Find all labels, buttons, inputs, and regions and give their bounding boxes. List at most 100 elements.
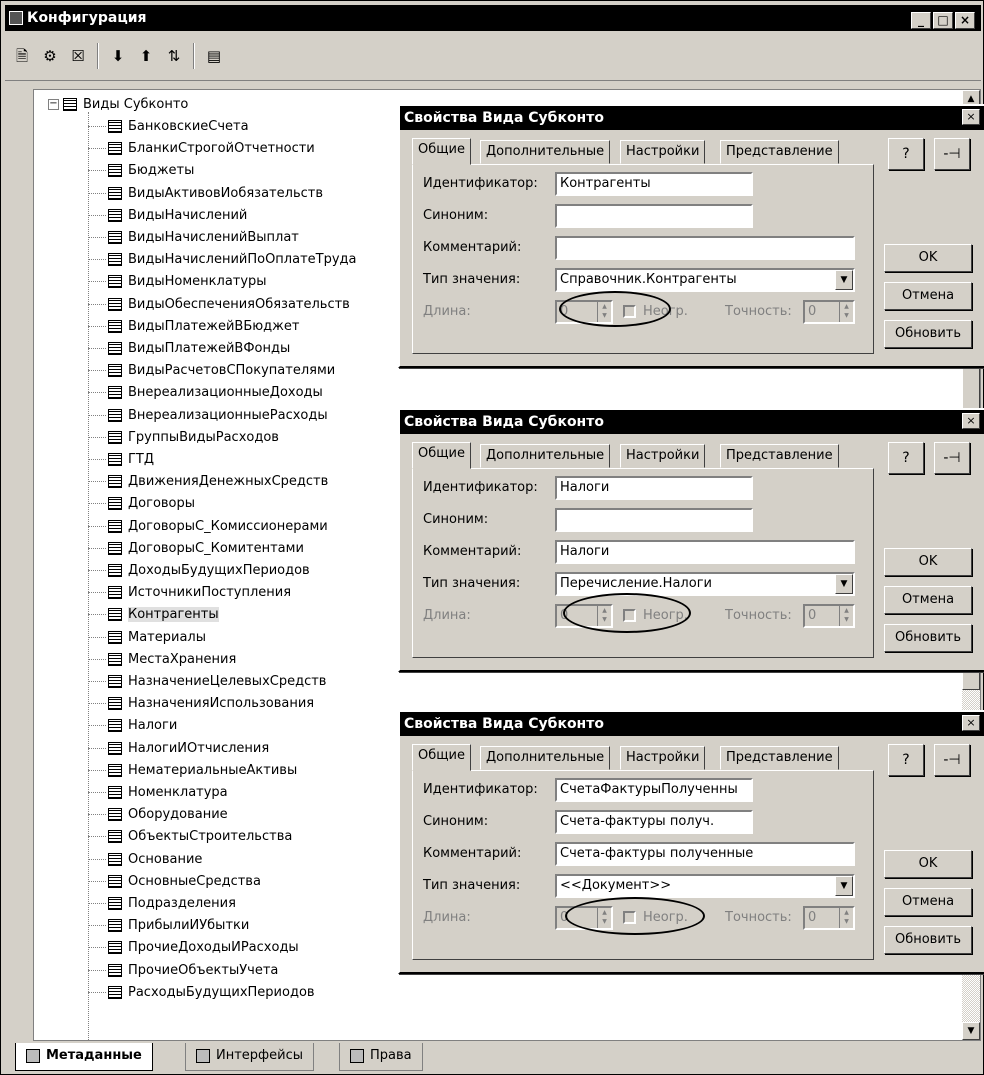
tree-item[interactable]: Подразделения [88, 893, 236, 915]
ok-button[interactable]: OK [884, 548, 972, 576]
tab-metadata[interactable]: Метаданные [15, 1043, 153, 1071]
comment-field[interactable] [555, 236, 855, 260]
identifier-field[interactable]: Контрагенты [555, 172, 753, 196]
tree-item[interactable]: ВнереализационныеРасходы [88, 405, 328, 427]
tree-item[interactable]: ДвиженияДенежныхСредств [88, 471, 328, 493]
tab-presentation[interactable]: Представление [720, 444, 839, 468]
tree-item[interactable]: Контрагенты [88, 604, 219, 626]
identifier-field[interactable]: Налоги [555, 476, 753, 500]
tree-item[interactable]: ПрибылиИУбытки [88, 915, 249, 937]
properties-icon[interactable]: ⚙ [39, 45, 61, 67]
comment-field[interactable]: Счета-фактуры полученные [555, 842, 855, 866]
help-button[interactable]: ? [888, 744, 924, 776]
tab-general[interactable]: Общие [412, 442, 471, 469]
tree-item[interactable]: ГруппыВидыРасходов [88, 427, 279, 449]
collapse-icon[interactable]: − [48, 99, 59, 110]
tree-item[interactable]: НазначениеЦелевыхСредств [88, 671, 326, 693]
synonym-field[interactable] [555, 508, 753, 532]
tree-item[interactable]: ВидыРасчетовСПокупателями [88, 360, 335, 382]
value-type-select[interactable]: <<Документ>> ▼ [555, 874, 855, 898]
tab-additional[interactable]: Дополнительные [480, 140, 611, 164]
tab-interfaces[interactable]: Интерфейсы [185, 1043, 315, 1071]
maximize-button[interactable]: □ [933, 12, 953, 29]
tree-item[interactable]: ВидыНачислений [88, 205, 247, 227]
tree-item[interactable]: ГТД [88, 449, 154, 471]
tree-item[interactable]: ВидыНачисленийПоОплатеТруда [88, 249, 357, 271]
new-icon[interactable]: 🗎 [11, 45, 33, 67]
tree-item[interactable]: НазначенияИспользования [88, 693, 314, 715]
cancel-button[interactable]: Отмена [884, 888, 972, 916]
tree-item[interactable]: ОсновныеСредства [88, 871, 261, 893]
tab-general[interactable]: Общие [412, 138, 471, 165]
tree-item[interactable]: ВидыОбеспеченияОбязательств [88, 294, 350, 316]
comment-field[interactable]: Налоги [555, 540, 855, 564]
tree-item[interactable]: ИсточникиПоступления [88, 582, 291, 604]
dialog-close-button[interactable]: × [962, 413, 980, 429]
scroll-down-arrow[interactable]: ▼ [962, 1022, 980, 1040]
chevron-down-icon[interactable]: ▼ [835, 270, 853, 290]
cancel-button[interactable]: Отмена [884, 282, 972, 310]
dialog-title[interactable]: Свойства Вида Субконто [400, 712, 984, 736]
tree-item[interactable]: НематериальныеАктивы [88, 760, 297, 782]
tree-item[interactable]: ВнереализационныеДоходы [88, 382, 323, 404]
minimize-button[interactable]: _ [911, 12, 931, 29]
tree-item[interactable]: Договоры [88, 493, 195, 515]
tree-item[interactable]: ОбъектыСтроительства [88, 826, 292, 848]
dialog-title[interactable]: Свойства Вида Субконто [400, 410, 984, 434]
tab-general[interactable]: Общие [412, 744, 471, 771]
tree-item[interactable]: Основание [88, 849, 202, 871]
chevron-down-icon[interactable]: ▼ [835, 876, 853, 896]
tree-item[interactable]: Бюджеты [88, 160, 194, 182]
pin-button[interactable]: -⊣ [934, 442, 970, 474]
tree-item[interactable]: ДоходыБудущихПериодов [88, 560, 310, 582]
tree-item[interactable]: ВидыНоменклатуры [88, 271, 267, 293]
tree-item[interactable]: МестаХранения [88, 649, 236, 671]
tab-rights[interactable]: Права [339, 1043, 423, 1071]
document-icon[interactable]: ▤ [203, 45, 225, 67]
tree-item[interactable]: Оборудование [88, 804, 228, 826]
dialog-close-button[interactable]: × [962, 109, 980, 125]
tab-additional[interactable]: Дополнительные [480, 746, 611, 770]
window-titlebar[interactable]: Конфигурация _ □ × [5, 5, 981, 31]
close-button[interactable]: × [955, 12, 975, 29]
tree-item[interactable]: ДоговорыС_Комиссионерами [88, 516, 328, 538]
dialog-close-button[interactable]: × [962, 715, 980, 731]
move-down-icon[interactable]: ⬇ [107, 45, 129, 67]
help-button[interactable]: ? [888, 442, 924, 474]
tree-item[interactable]: ПрочиеДоходыИРасходы [88, 937, 299, 959]
value-type-select[interactable]: Перечисление.Налоги ▼ [555, 572, 855, 596]
dialog-title[interactable]: Свойства Вида Субконто [400, 106, 984, 130]
synonym-field[interactable]: Счета-фактуры получ. [555, 810, 753, 834]
identifier-field[interactable]: СчетаФактурыПолученны [555, 778, 753, 802]
tree-item[interactable]: РасходыБудущихПериодов [88, 982, 315, 1004]
pin-button[interactable]: -⊣ [934, 138, 970, 170]
help-button[interactable]: ? [888, 138, 924, 170]
tree-item[interactable]: Налоги [88, 715, 177, 737]
tree-item[interactable]: Номенклатура [88, 782, 228, 804]
value-type-select[interactable]: Справочник.Контрагенты ▼ [555, 268, 855, 292]
delete-icon[interactable]: ☒ [67, 45, 89, 67]
tree-item[interactable]: БланкиСтрогойОтчетности [88, 138, 315, 160]
sort-icon[interactable]: ⇅ [163, 45, 185, 67]
tree-item[interactable]: ДоговорыС_Комитентами [88, 538, 304, 560]
chevron-down-icon[interactable]: ▼ [835, 574, 853, 594]
tree-item[interactable]: ПрочиеОбъектыУчета [88, 960, 278, 982]
tab-presentation[interactable]: Представление [720, 140, 839, 164]
tree-item[interactable]: НалогиИОтчисления [88, 738, 269, 760]
tree-item[interactable]: Материалы [88, 627, 206, 649]
tree-root-subkonto[interactable]: − Виды Субконто [48, 95, 188, 115]
tab-settings[interactable]: Настройки [620, 444, 706, 468]
tree-item[interactable]: БанковскиеСчета [88, 116, 249, 138]
synonym-field[interactable] [555, 204, 753, 228]
cancel-button[interactable]: Отмена [884, 586, 972, 614]
tab-presentation[interactable]: Представление [720, 746, 839, 770]
tab-settings[interactable]: Настройки [620, 746, 706, 770]
refresh-button[interactable]: Обновить [884, 320, 972, 348]
tab-settings[interactable]: Настройки [620, 140, 706, 164]
tab-additional[interactable]: Дополнительные [480, 444, 611, 468]
move-up-icon[interactable]: ⬆ [135, 45, 157, 67]
tree-item[interactable]: ВидыАктивовИобязательств [88, 183, 323, 205]
tree-item[interactable]: ВидыПлатежейВФонды [88, 338, 290, 360]
refresh-button[interactable]: Обновить [884, 624, 972, 652]
tree-item[interactable]: ВидыПлатежейВБюджет [88, 316, 299, 338]
